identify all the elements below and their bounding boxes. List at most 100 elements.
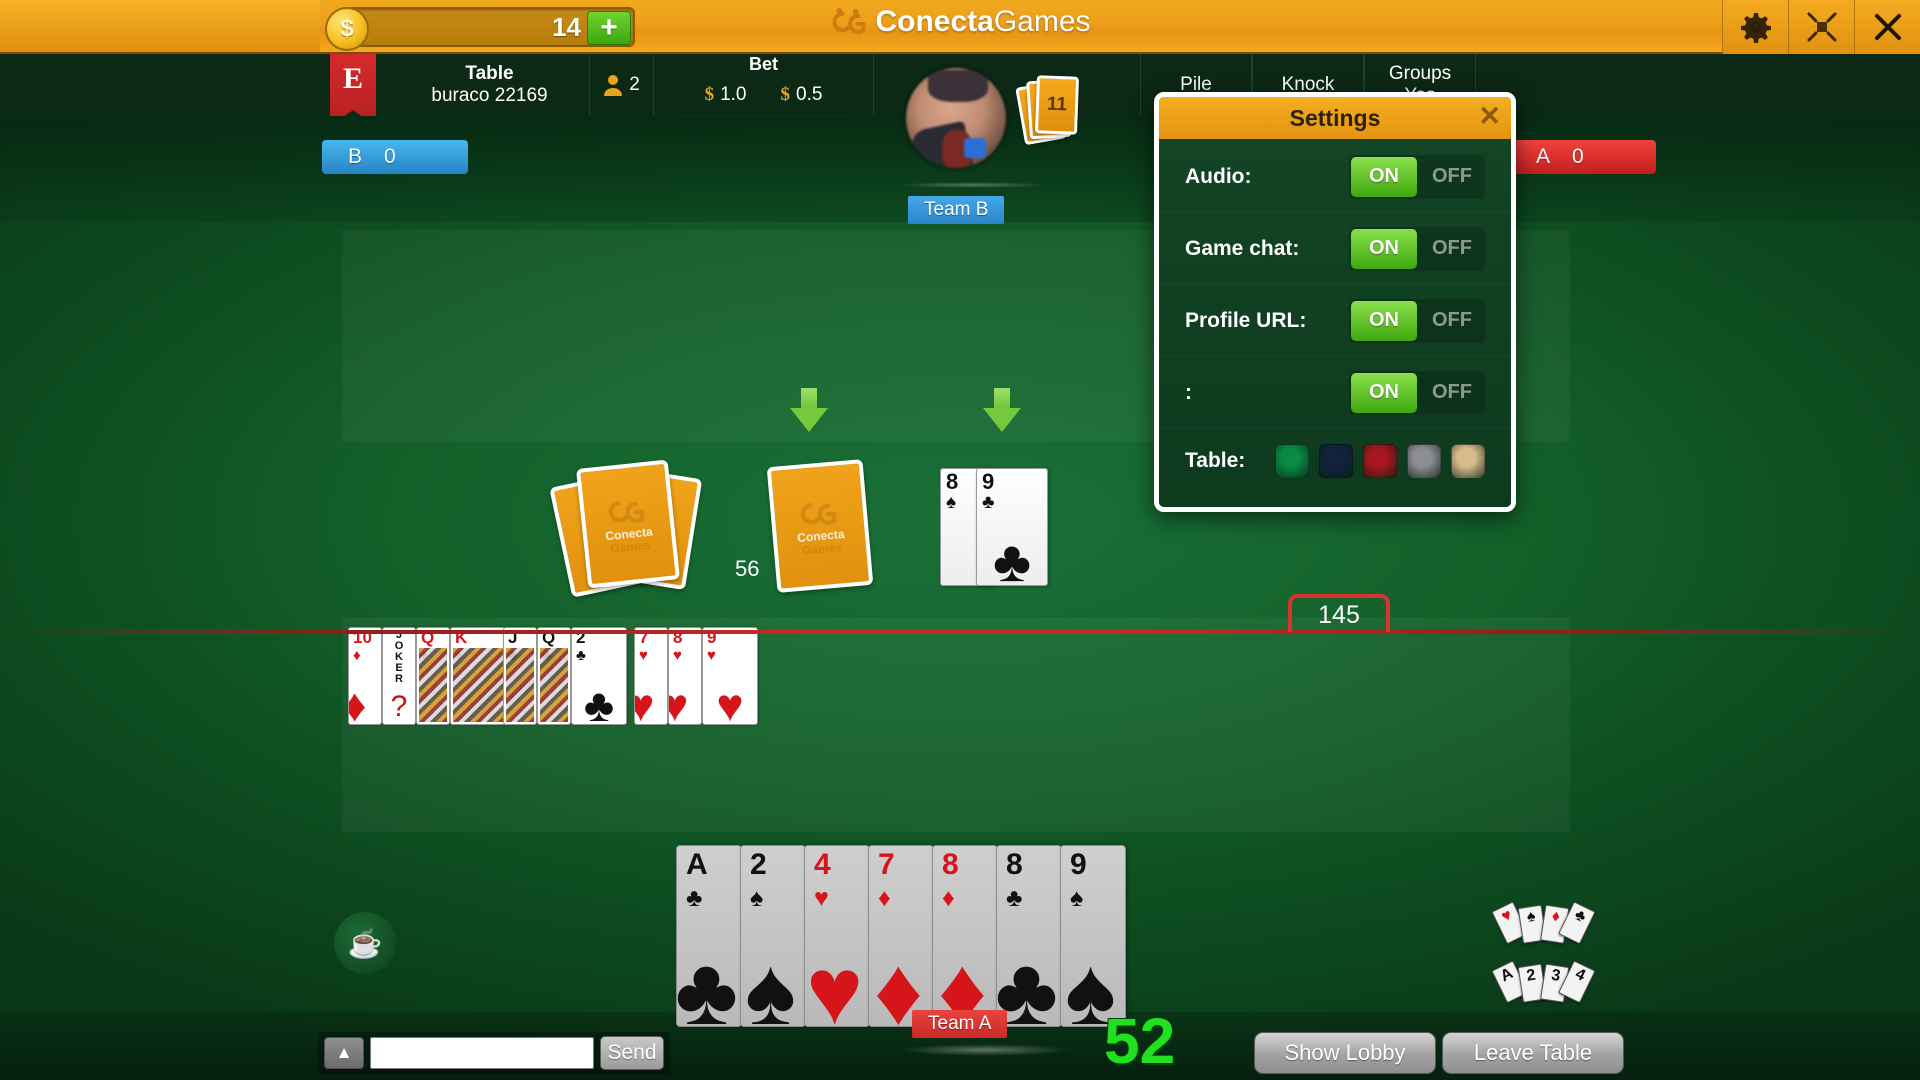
table-color-swatch[interactable] [1319, 444, 1353, 478]
meld-card[interactable]: 8♥♥ [668, 627, 702, 725]
hand-card[interactable]: 7 ♦ ♦ [868, 845, 934, 1027]
setting-unnamed-off[interactable]: OFF [1419, 381, 1485, 404]
discard-card-1[interactable]: 9 ♣ ♣ [976, 468, 1048, 586]
leave-table-button[interactable]: Leave Table [1442, 1032, 1624, 1074]
bet-amount-group: $1.0 [705, 84, 747, 106]
meld-card-suit: ♥ [707, 647, 716, 664]
score-team-a-label: A [1536, 145, 1551, 168]
hand-card-big-suit: ♠ [744, 938, 796, 1027]
setting-label-audio: Audio: [1185, 164, 1252, 188]
hand-card[interactable]: 4 ♥ ♥ [804, 845, 870, 1027]
settings-dialog-titlebar: Settings ✕ [1159, 97, 1511, 139]
close-button[interactable] [1854, 0, 1920, 54]
setting-label-profile-url: Profile URL: [1185, 308, 1307, 332]
setting-row-audio: Audio: ON OFF [1159, 141, 1511, 213]
setting-audio-off[interactable]: OFF [1419, 165, 1485, 188]
discard-card-1-rank: 9 [982, 469, 995, 494]
opponent-avatar[interactable] [906, 68, 1006, 168]
meld-card[interactable]: 2 ♣ ♣ [571, 627, 627, 725]
meld-card[interactable]: K♦ [450, 627, 506, 725]
meld-card[interactable]: 9 ♥ ♥ [702, 627, 758, 725]
discard-pile-backs[interactable]: Conecta Games [549, 458, 710, 598]
setting-row-unnamed: : ON OFF [1159, 357, 1511, 429]
coffee-cup-icon: ☕ [347, 927, 383, 959]
setting-toggle-unnamed[interactable]: ON OFF [1349, 370, 1485, 415]
meld-card[interactable]: Q♣ [537, 627, 571, 725]
setting-audio-on[interactable]: ON [1351, 156, 1417, 197]
balance-widget[interactable]: $ 14 + [325, 7, 635, 51]
table-label: Table [465, 63, 514, 84]
score-team-b: B 0 [322, 140, 468, 174]
bet-cell: Bet $1.0 $0.5 [654, 54, 874, 116]
table-color-swatch[interactable] [1275, 444, 1309, 478]
table-color-swatches [1275, 444, 1485, 478]
stock-card-back: Conecta Games [766, 459, 874, 593]
opponent-team-badge: Team B [908, 196, 1005, 224]
stock-pile[interactable]: Conecta Games [766, 459, 874, 593]
court-card-art [506, 648, 534, 722]
player-hand[interactable]: A ♣ ♣ 2 ♠ ♠ 4 ♥ ♥ 7 ♦ ♦ 8 ♦ ♦ 8 ♣ ♣ 9 ♠ ♠ [676, 845, 1126, 1027]
setting-toggle-profile-url[interactable]: ON OFF [1349, 298, 1485, 343]
chat-send-button[interactable]: Send [600, 1036, 664, 1070]
chat-expand-button[interactable]: ▲ [324, 1037, 364, 1069]
setting-toggle-audio[interactable]: ON OFF [1349, 154, 1485, 199]
sort-by-suit-icon: ♥ ♠ ♦ ♣ [1491, 893, 1596, 949]
score-threshold-marker: 145 [1288, 594, 1390, 632]
table-color-swatch[interactable] [1363, 444, 1397, 478]
meld-card-suit: ♣ [576, 647, 586, 664]
discard-card-1-big-suit: ♣ [992, 529, 1032, 586]
table-edge-highlight [898, 182, 1048, 188]
hand-card[interactable]: 8 ♣ ♣ [996, 845, 1062, 1027]
setting-unnamed-on[interactable]: ON [1351, 372, 1417, 413]
card-back-brand-bottom: Games [609, 537, 652, 556]
setting-profile-url-off[interactable]: OFF [1419, 309, 1485, 332]
chat-input[interactable] [370, 1037, 594, 1069]
table-name-cell: Table buraco 22169 [390, 54, 590, 116]
score-team-b-label: B [348, 145, 363, 168]
sort-by-rank-button[interactable]: A234 [1491, 952, 1596, 1008]
setting-game-chat-on[interactable]: ON [1351, 228, 1417, 269]
sort-by-suit-button[interactable]: ♥ ♠ ♦ ♣ [1491, 893, 1596, 949]
settings-button[interactable] [1722, 0, 1788, 54]
meld-clubs[interactable]: J♣Q♣2♣♣ [503, 627, 627, 725]
setting-toggle-game-chat[interactable]: ON OFF [1349, 226, 1485, 271]
table-color-swatch[interactable] [1407, 444, 1441, 478]
hand-card-rank: A [686, 848, 708, 881]
discard-card-0-suit: ♠ [946, 492, 957, 513]
hand-card[interactable]: 9 ♠ ♠ [1060, 845, 1126, 1027]
discard-card-0-rank: 8 [946, 469, 959, 494]
table-color-swatch[interactable] [1451, 444, 1485, 478]
brand-name-bold: Conecta [875, 5, 994, 38]
fullscreen-button[interactable] [1788, 0, 1854, 54]
meld-card[interactable]: J O K E R? [382, 627, 416, 725]
discard-card-1-suit: ♣ [982, 492, 995, 513]
hand-card-suit: ♥ [814, 884, 829, 912]
meld-card[interactable]: J♣ [503, 627, 537, 725]
meld-card[interactable]: 7♥♥ [634, 627, 668, 725]
take-a-break-button[interactable]: ☕ [334, 912, 396, 974]
setting-profile-url-on[interactable]: ON [1351, 300, 1417, 341]
gear-icon [1740, 13, 1771, 43]
hand-card[interactable]: 8 ♦ ♦ [932, 845, 998, 1027]
settings-dialog-title: Settings [1289, 104, 1381, 131]
meld-diamonds[interactable]: 10♦♦JOKER?Q♦K♦ [348, 627, 506, 725]
sort-by-rank-icon: A234 [1491, 952, 1596, 1008]
hand-card-rank: 7 [878, 848, 895, 881]
meld-card-big-suit: ♥ [716, 679, 744, 725]
meld-card[interactable]: 10♦♦ [348, 627, 382, 725]
show-lobby-button[interactable]: Show Lobby [1254, 1032, 1436, 1074]
stock-count: 56 [735, 556, 760, 581]
hand-points-value: 52 [1104, 1005, 1176, 1077]
card-back-text-1: Conecta Games [605, 525, 655, 556]
settings-dialog-close-icon[interactable]: ✕ [1478, 103, 1501, 130]
hand-card[interactable]: 2 ♠ ♠ [740, 845, 806, 1027]
meld-hearts[interactable]: 7♥♥8♥♥9♥♥ [634, 627, 758, 725]
meld-card[interactable]: Q♦ [416, 627, 450, 725]
add-credits-button[interactable]: + [587, 11, 631, 45]
setting-label-game-chat: Game chat: [1185, 236, 1300, 260]
hand-card[interactable]: A ♣ ♣ [676, 845, 742, 1027]
joker-mark: ? [390, 690, 408, 723]
stock-back-logo-icon [800, 503, 837, 526]
chat-bar: ▲ Send [318, 1032, 670, 1074]
setting-game-chat-off[interactable]: OFF [1419, 237, 1485, 260]
